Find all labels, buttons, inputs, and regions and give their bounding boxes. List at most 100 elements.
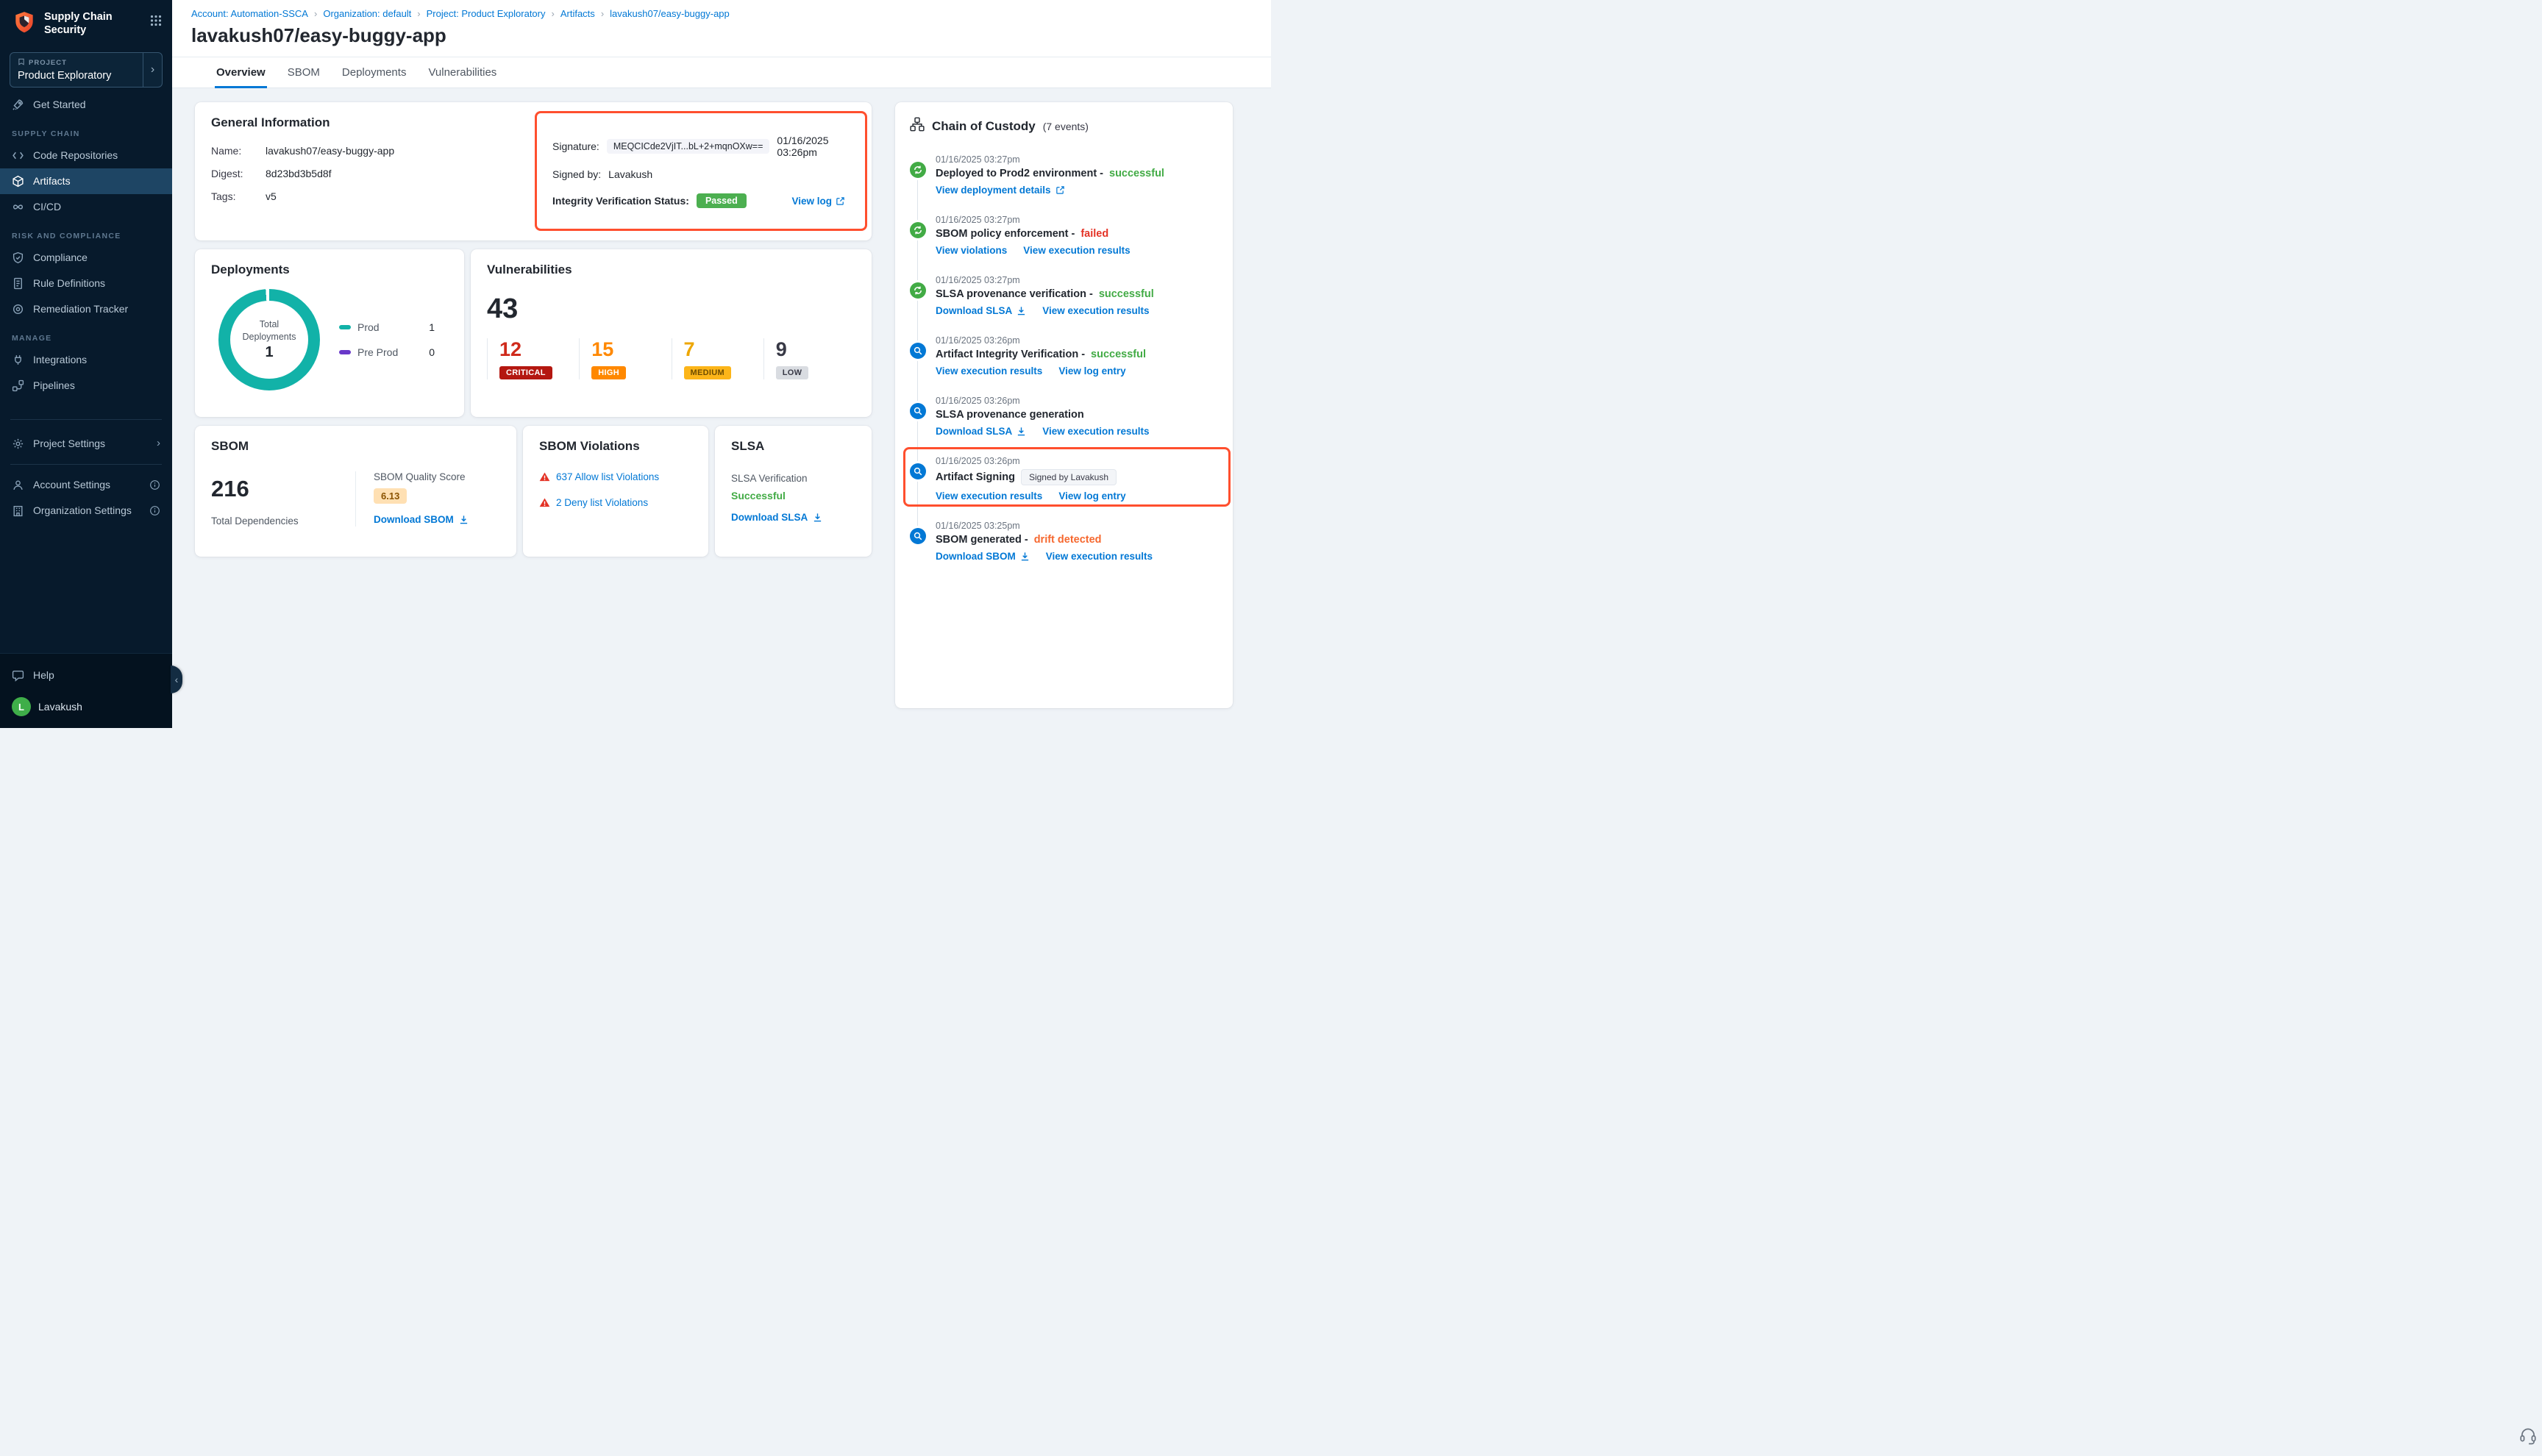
download-sbom-link[interactable]: Download SBOM: [936, 551, 1030, 562]
allow-list-violations-link[interactable]: 637 Allow list Violations: [556, 471, 659, 482]
project-selector[interactable]: PROJECT Product Exploratory ›: [10, 52, 163, 88]
sidebar-item-project-settings[interactable]: Project Settings ›: [0, 430, 172, 457]
download-slsa-link[interactable]: Download SLSA: [936, 305, 1026, 316]
event-status: successful: [1099, 288, 1154, 300]
tab-deployments[interactable]: Deployments: [341, 57, 408, 88]
breadcrumb-organization[interactable]: Organization: default: [323, 8, 411, 19]
view-execution-results-link[interactable]: View execution results: [936, 365, 1042, 377]
user-name: Lavakush: [38, 701, 82, 713]
apps-grid-icon[interactable]: [150, 15, 162, 30]
sidebar-item-pipelines[interactable]: Pipelines: [0, 373, 172, 399]
event-title: SBOM generated -: [936, 534, 1028, 546]
download-icon: [1017, 306, 1026, 315]
critical-badge: CRITICAL: [499, 366, 552, 379]
view-execution-results-link[interactable]: View execution results: [1023, 245, 1130, 256]
download-slsa-link[interactable]: Download SLSA: [731, 512, 822, 523]
severity-row: 12 CRITICAL 15 HIGH 7 MEDIUM: [487, 338, 855, 379]
sidebar: Supply Chain Security PROJECT Product Ex…: [0, 0, 172, 728]
link-label: View execution results: [936, 490, 1042, 502]
app-root: Supply Chain Security PROJECT Product Ex…: [0, 0, 1271, 728]
coc-event-slsa-verification: 01/16/2025 03:27pm SLSA provenance verif…: [910, 275, 1218, 316]
download-slsa-link[interactable]: Download SLSA: [936, 426, 1026, 437]
chevron-right-icon[interactable]: ›: [143, 53, 162, 87]
view-log-link[interactable]: View log: [791, 196, 845, 207]
tab-bar: Overview SBOM Deployments Vulnerabilitie…: [172, 57, 1271, 88]
download-icon: [813, 513, 822, 522]
user-menu[interactable]: L Lavakush: [0, 688, 172, 721]
chevron-right-icon: ›: [314, 8, 317, 19]
tags-value: v5: [266, 190, 277, 202]
view-execution-results-link[interactable]: View execution results: [1042, 305, 1149, 316]
view-deployment-details-link[interactable]: View deployment details: [936, 185, 1065, 196]
view-execution-results-link[interactable]: View execution results: [1046, 551, 1153, 562]
sidebar-item-organization-settings[interactable]: Organization Settings: [0, 498, 172, 524]
sidebar-item-compliance[interactable]: Compliance: [0, 245, 172, 271]
signed-by-row: Signed by: Lavakush: [552, 168, 845, 180]
project-name: Product Exploratory: [18, 70, 135, 82]
download-sbom-link[interactable]: Download SBOM: [374, 514, 469, 525]
tab-sbom[interactable]: SBOM: [286, 57, 321, 88]
section-risk-and-compliance: RISK AND COMPLIANCE: [0, 220, 172, 245]
view-log-entry-link[interactable]: View log entry: [1058, 490, 1125, 502]
building-icon: [12, 504, 24, 517]
tab-vulnerabilities[interactable]: Vulnerabilities: [427, 57, 498, 88]
tab-overview[interactable]: Overview: [215, 57, 267, 88]
breadcrumb-account[interactable]: Account: Automation-SSCA: [191, 8, 308, 19]
link-label: View violations: [936, 245, 1007, 256]
support-headset-button[interactable]: [2518, 1426, 2538, 1449]
coc-event-slsa-generation: 01/16/2025 03:26pm SLSA provenance gener…: [910, 396, 1218, 437]
sidebar-item-help[interactable]: Help: [0, 663, 172, 688]
breadcrumb-project[interactable]: Project: Product Exploratory: [427, 8, 546, 19]
coc-event-deployed: 01/16/2025 03:27pm Deployed to Prod2 env…: [910, 154, 1218, 196]
legend-label: Prod: [357, 321, 380, 333]
sbom-quality-score: 6.13: [374, 488, 407, 504]
severity-medium: 7 MEDIUM: [672, 338, 763, 379]
sbom-total: 216: [211, 476, 355, 502]
deny-list-violations-row: 2 Deny list Violations: [539, 497, 692, 508]
brand-logo: [12, 10, 37, 39]
medium-badge: MEDIUM: [684, 366, 731, 379]
signature-label: Signature:: [552, 140, 599, 152]
prod-marker: [339, 325, 351, 329]
help-chat-icon: [12, 669, 24, 682]
sbom-violations-card: SBOM Violations 637 Allow list Violation…: [523, 426, 708, 557]
target-icon: [12, 303, 24, 315]
breadcrumb-artifacts[interactable]: Artifacts: [560, 8, 595, 19]
pre-prod-marker: [339, 350, 351, 354]
view-violations-link[interactable]: View violations: [936, 245, 1007, 256]
event-title: Deployed to Prod2 environment -: [936, 168, 1103, 179]
breadcrumb-artifact-name[interactable]: lavakush07/easy-buggy-app: [610, 8, 730, 19]
card-title: SBOM: [211, 439, 500, 454]
sidebar-item-cicd[interactable]: CI/CD: [0, 194, 172, 220]
tags-label: Tags:: [211, 190, 266, 202]
cube-icon: [12, 175, 24, 188]
signed-by-chip: Signed by Lavakush: [1021, 469, 1117, 485]
view-execution-results-link[interactable]: View execution results: [936, 490, 1042, 502]
sidebar-item-label: Integrations: [33, 354, 87, 366]
legend-label: Pre Prod: [357, 346, 398, 358]
card-title: Vulnerabilities: [487, 263, 855, 277]
sidebar-bottom: Help L Lavakush: [0, 653, 172, 728]
high-count: 15: [591, 338, 671, 361]
sidebar-item-artifacts[interactable]: Artifacts: [0, 168, 172, 194]
legend-value: 0: [429, 346, 435, 358]
sidebar-item-remediation-tracker[interactable]: Remediation Tracker: [0, 296, 172, 322]
high-badge: HIGH: [591, 366, 626, 379]
info-icon: [149, 479, 160, 490]
event-status: drift detected: [1034, 534, 1102, 546]
sidebar-item-account-settings[interactable]: Account Settings: [0, 472, 172, 498]
sidebar-item-rule-definitions[interactable]: Rule Definitions: [0, 271, 172, 296]
sidebar-item-get-started[interactable]: Get Started: [0, 92, 172, 118]
signed-by-value: Lavakush: [608, 168, 652, 180]
sidebar-item-code-repositories[interactable]: Code Repositories: [0, 143, 172, 168]
sidebar-item-integrations[interactable]: Integrations: [0, 347, 172, 373]
slsa-card: SLSA SLSA Verification Successful Downlo…: [715, 426, 872, 557]
sidebar-item-label: Project Settings: [33, 438, 105, 450]
deny-list-violations-link[interactable]: 2 Deny list Violations: [556, 497, 648, 508]
view-log-entry-link[interactable]: View log entry: [1058, 365, 1125, 377]
breadcrumb: Account: Automation-SSCA › Organization:…: [172, 7, 1271, 19]
events-count: (7 events): [1043, 121, 1089, 132]
signature-timestamp: 01/16/2025 03:26pm: [777, 135, 845, 158]
view-execution-results-link[interactable]: View execution results: [1042, 426, 1149, 437]
scan-event-icon: [910, 403, 926, 419]
